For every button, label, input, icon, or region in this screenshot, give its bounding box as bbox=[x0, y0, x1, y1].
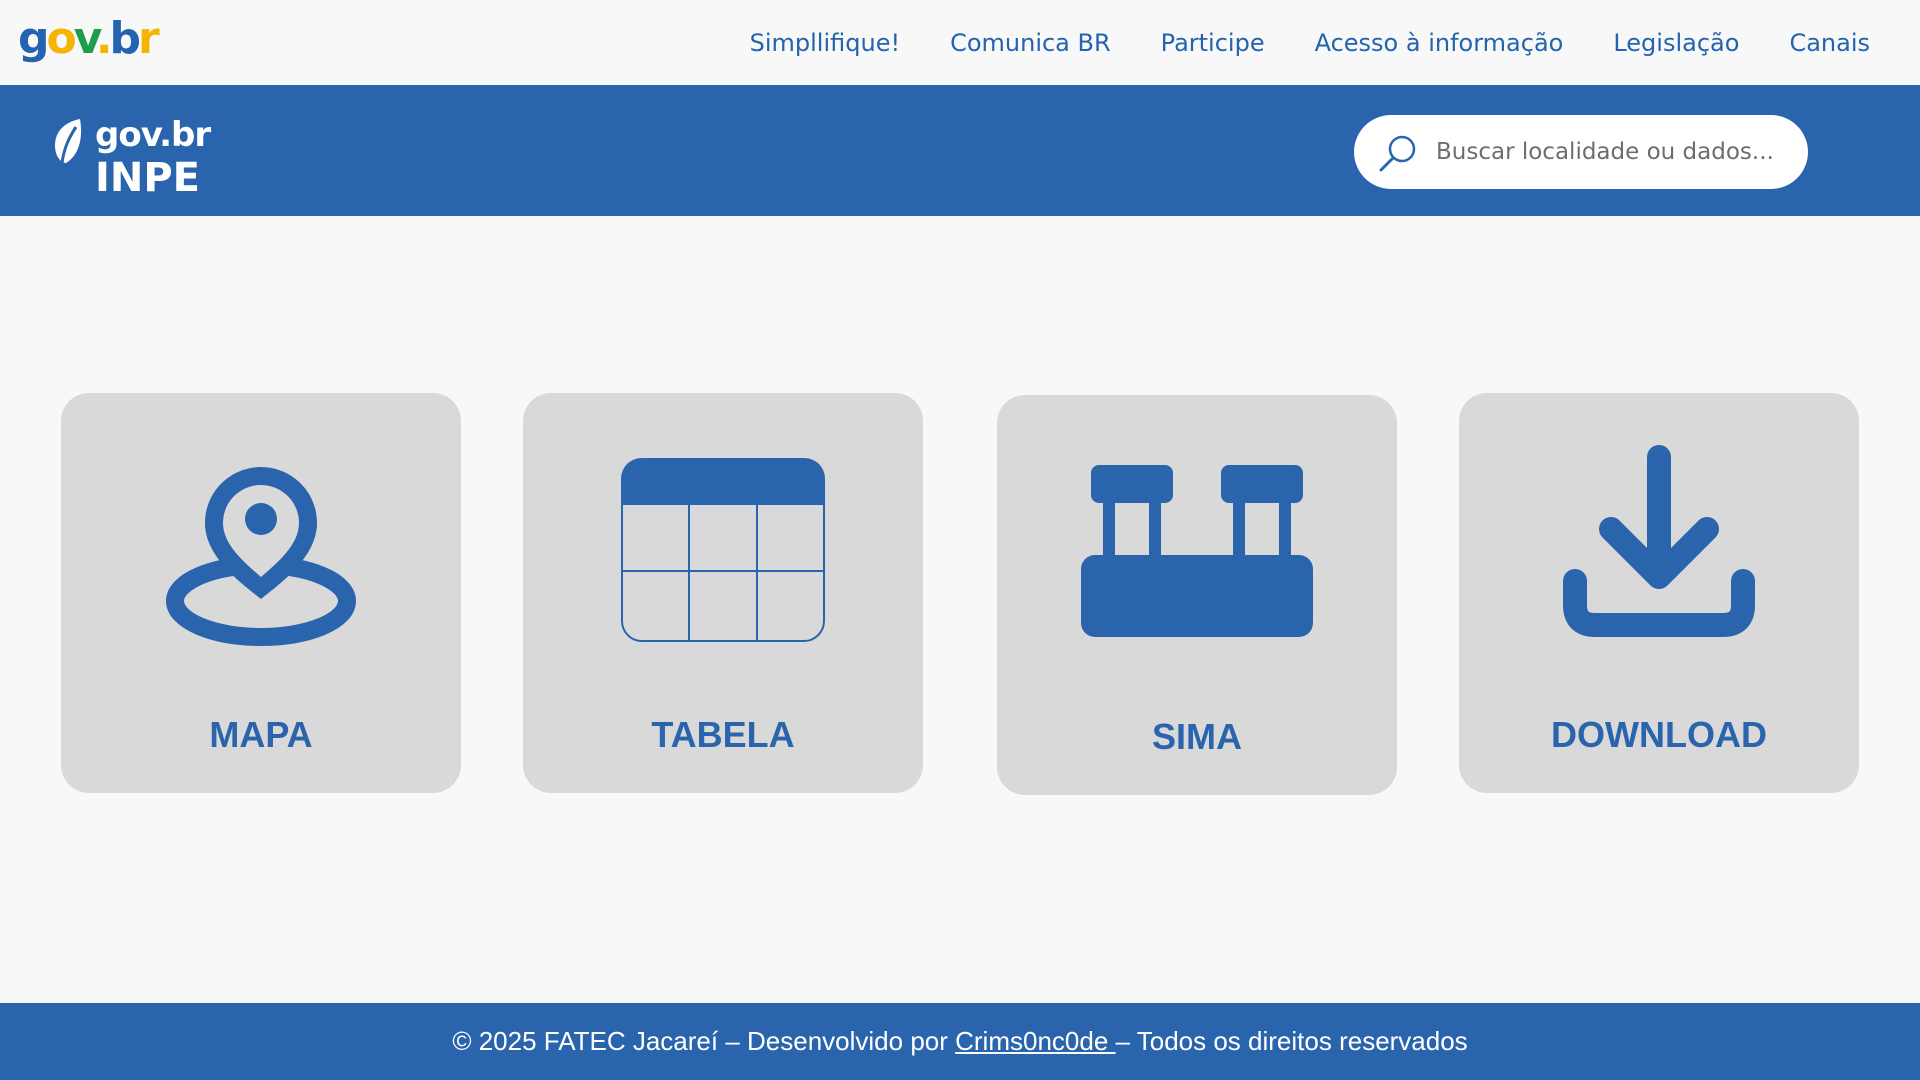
govbr-logo[interactable]: gov.br bbox=[18, 14, 160, 64]
leaf-icon bbox=[55, 119, 82, 164]
govbr-top-bar: gov.br Simpllifique! Comunica BR Partici… bbox=[0, 0, 1920, 85]
nav-link-acesso-informacao[interactable]: Acesso à informação bbox=[1315, 26, 1564, 60]
table-icon bbox=[621, 458, 825, 642]
card-label: MAPA bbox=[209, 714, 313, 755]
site-header: gov.br INPE bbox=[0, 85, 1920, 216]
card-download[interactable]: DOWNLOAD bbox=[1459, 393, 1859, 793]
footer-author-link[interactable]: Crims0nc0de bbox=[955, 1026, 1115, 1057]
inpe-logo[interactable]: gov.br INPE bbox=[50, 115, 250, 201]
site-footer: © 2025 FATEC Jacareí – Desenvolvido por … bbox=[0, 1003, 1920, 1080]
nav-link-canais[interactable]: Canais bbox=[1789, 26, 1870, 60]
top-nav: Simpllifique! Comunica BR Participe Aces… bbox=[750, 26, 1870, 60]
nav-link-participe[interactable]: Participe bbox=[1161, 26, 1265, 60]
card-label: SIMA bbox=[1152, 716, 1242, 757]
sima-station-icon bbox=[1081, 465, 1313, 637]
card-mapa[interactable]: MAPA bbox=[61, 393, 461, 793]
search-icon[interactable] bbox=[1376, 132, 1420, 176]
download-icon bbox=[1563, 445, 1755, 637]
footer-prefix: © 2025 FATEC Jacareí – Desenvolvido por bbox=[452, 1026, 956, 1056]
card-tabela[interactable]: TABELA bbox=[523, 393, 923, 793]
search-bar[interactable] bbox=[1354, 115, 1808, 189]
map-pin-icon bbox=[166, 467, 356, 646]
logo-inpe-text: INPE bbox=[95, 155, 200, 201]
footer-suffix: – Todos os direitos reservados bbox=[1115, 1026, 1468, 1056]
card-label: DOWNLOAD bbox=[1551, 714, 1767, 755]
nav-link-legislacao[interactable]: Legislação bbox=[1613, 26, 1739, 60]
card-sima[interactable]: SIMA bbox=[997, 395, 1397, 795]
logo-govbr-text: gov.br bbox=[95, 115, 211, 155]
nav-link-simplifique[interactable]: Simpllifique! bbox=[750, 26, 900, 60]
nav-link-comunica-br[interactable]: Comunica BR bbox=[950, 26, 1111, 60]
card-label: TABELA bbox=[651, 714, 795, 755]
search-input[interactable] bbox=[1436, 115, 1786, 189]
